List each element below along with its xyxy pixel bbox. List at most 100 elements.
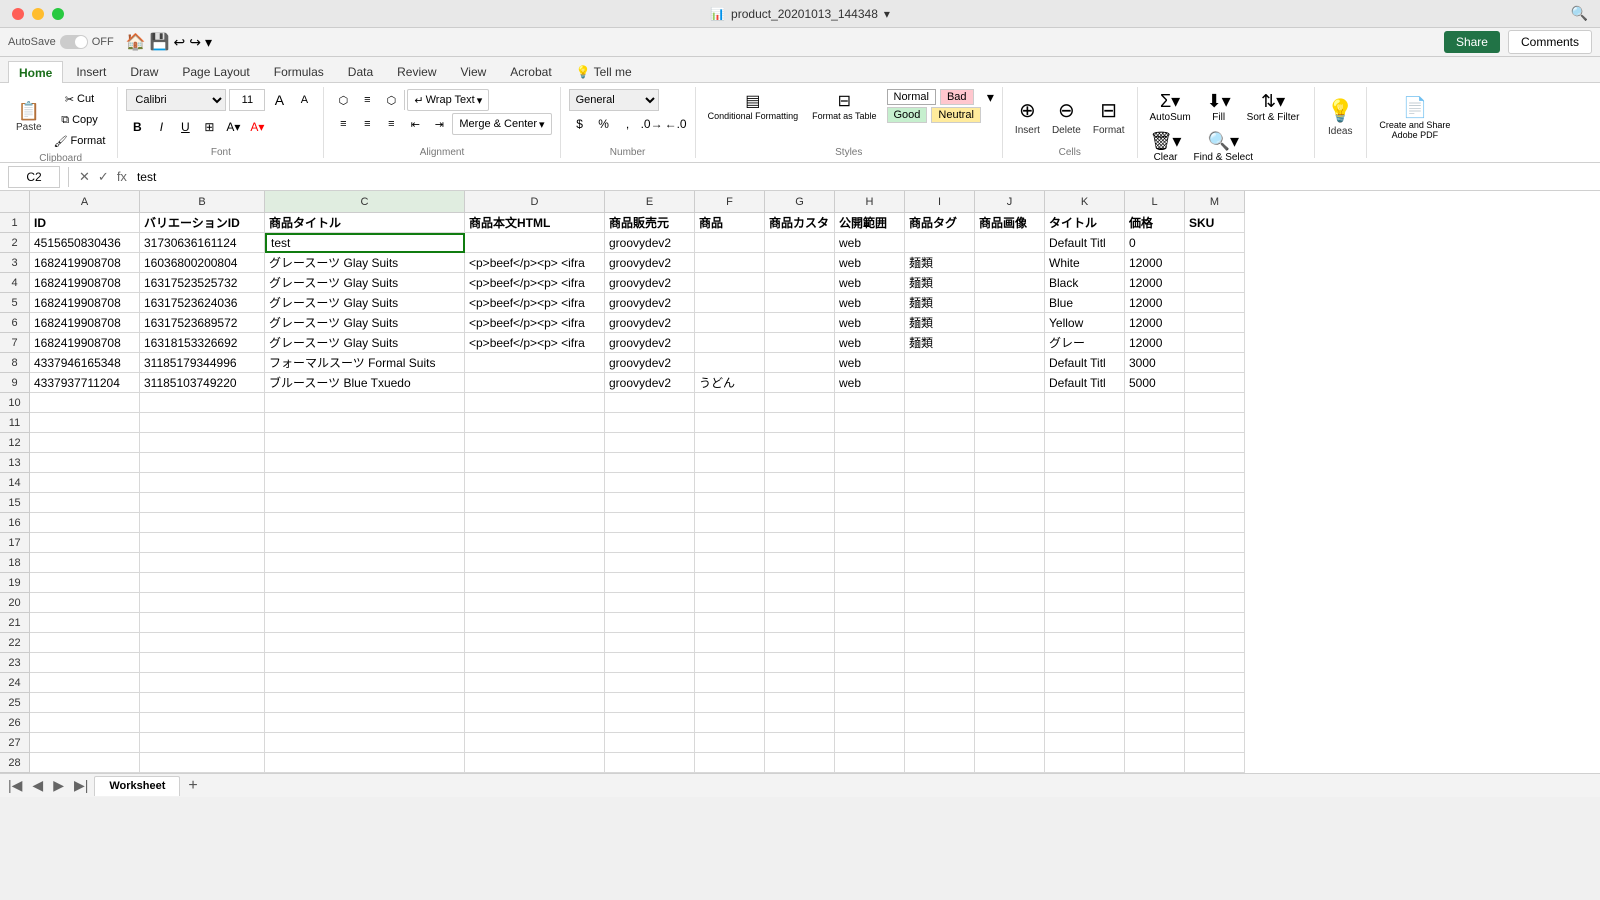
sheet-cell[interactable] [905, 553, 975, 573]
sheet-cell[interactable] [765, 293, 835, 313]
sheet-cell[interactable] [1185, 453, 1245, 473]
sheet-cell[interactable] [695, 593, 765, 613]
sheet-cell[interactable] [695, 313, 765, 333]
row-header[interactable]: 2 [0, 233, 30, 253]
sheet-cell[interactable]: 16036800200804 [140, 253, 265, 273]
sheet-cell[interactable] [1125, 633, 1185, 653]
home-icon[interactable]: 🏠 [126, 32, 146, 52]
row-header[interactable]: 11 [0, 413, 30, 433]
sheet-cell[interactable]: 16317523624036 [140, 293, 265, 313]
sheet-cell[interactable] [905, 733, 975, 753]
font-size-decrease-button[interactable]: A [293, 89, 315, 111]
sheet-cell[interactable] [465, 353, 605, 373]
sheet-cell[interactable] [905, 493, 975, 513]
sheet-cell[interactable] [140, 753, 265, 773]
col-header-J[interactable]: J [975, 191, 1045, 213]
tab-nav-last[interactable]: ▶| [70, 777, 92, 794]
sheet-cell[interactable] [1185, 233, 1245, 253]
sheet-cell[interactable] [605, 753, 695, 773]
sheet-cell[interactable]: グレースーツ Glay Suits [265, 273, 465, 293]
sheet-cell[interactable] [1185, 293, 1245, 313]
sheet-cell[interactable]: groovydev2 [605, 233, 695, 253]
sheet-cell[interactable]: Default Titl [1045, 233, 1125, 253]
sheet-cell[interactable] [1185, 713, 1245, 733]
sheet-cell[interactable]: 1682419908708 [30, 253, 140, 273]
sheet-cell[interactable] [30, 673, 140, 693]
sheet-cell[interactable] [835, 713, 905, 733]
row-header[interactable]: 8 [0, 353, 30, 373]
sheet-cell[interactable] [140, 473, 265, 493]
row-header[interactable]: 27 [0, 733, 30, 753]
sheet-cell[interactable] [465, 713, 605, 733]
sheet-cell[interactable]: 4337937711204 [30, 373, 140, 393]
sheet-cell[interactable] [1185, 533, 1245, 553]
font-size-increase-button[interactable]: A [268, 89, 290, 111]
sheet-cell[interactable] [905, 713, 975, 733]
sheet-cell[interactable] [1185, 593, 1245, 613]
sheet-cell[interactable] [695, 453, 765, 473]
sheet-cell[interactable]: 麺類 [905, 313, 975, 333]
sheet-cell[interactable] [1045, 433, 1125, 453]
fill-color-button[interactable]: A▾ [222, 116, 244, 138]
sheet-cell[interactable] [835, 413, 905, 433]
sheet-cell[interactable] [605, 433, 695, 453]
sheet-cell[interactable] [1125, 493, 1185, 513]
sheet-cell[interactable]: グレー [1045, 333, 1125, 353]
accounting-button[interactable]: $ [569, 113, 591, 135]
sheet-cell[interactable] [765, 233, 835, 253]
sheet-cell[interactable] [905, 573, 975, 593]
sheet-cell[interactable] [975, 633, 1045, 653]
sheet-cell[interactable] [265, 473, 465, 493]
sheet-cell[interactable] [140, 593, 265, 613]
sheet-cell[interactable]: web [835, 273, 905, 293]
sheet-cell[interactable] [265, 493, 465, 513]
sheet-cell[interactable]: Default Titl [1045, 373, 1125, 393]
sheet-cell[interactable] [1185, 633, 1245, 653]
cancel-formula-button[interactable]: ✕ [77, 169, 92, 185]
sheet-cell[interactable] [1045, 693, 1125, 713]
sheet-cell[interactable] [605, 593, 695, 613]
sheet-cell[interactable] [605, 733, 695, 753]
sheet-cell[interactable] [1125, 733, 1185, 753]
sheet-cell[interactable] [1045, 653, 1125, 673]
sheet-cell[interactable] [265, 753, 465, 773]
sheet-cell[interactable]: web [835, 293, 905, 313]
sheet-cell[interactable]: グレースーツ Glay Suits [265, 293, 465, 313]
align-top-right-button[interactable]: ⬡ [380, 89, 402, 111]
format-button[interactable]: ⊟ Format [1089, 89, 1129, 145]
sheet-cell[interactable] [605, 413, 695, 433]
sheet-cell[interactable]: 商品本文HTML [465, 213, 605, 233]
sheet-cell[interactable] [835, 553, 905, 573]
sheet-cell[interactable] [30, 573, 140, 593]
row-header[interactable]: 26 [0, 713, 30, 733]
sheet-cell[interactable] [1185, 693, 1245, 713]
merge-center-button[interactable]: Merge & Center ▾ [452, 113, 551, 135]
sheet-cell[interactable] [975, 373, 1045, 393]
sheet-cell[interactable] [1185, 413, 1245, 433]
italic-button[interactable]: I [150, 116, 172, 138]
sheet-cell[interactable] [30, 713, 140, 733]
sheet-cell[interactable] [265, 613, 465, 633]
row-header[interactable]: 23 [0, 653, 30, 673]
sheet-cell[interactable] [265, 393, 465, 413]
ideas-button[interactable]: 💡 Ideas [1323, 89, 1358, 145]
redo-icon[interactable]: ↪ [189, 34, 201, 51]
sheet-cell[interactable]: groovydev2 [605, 373, 695, 393]
row-header[interactable]: 17 [0, 533, 30, 553]
sheet-cell[interactable] [140, 693, 265, 713]
row-header[interactable]: 20 [0, 593, 30, 613]
sheet-cell[interactable] [1045, 513, 1125, 533]
row-header[interactable]: 5 [0, 293, 30, 313]
sheet-cell[interactable] [140, 513, 265, 533]
tab-nav-next[interactable]: ▶ [49, 777, 68, 794]
sheet-cell[interactable]: groovydev2 [605, 293, 695, 313]
sheet-cell[interactable] [695, 673, 765, 693]
sheet-cell[interactable] [835, 733, 905, 753]
bold-button[interactable]: B [126, 116, 148, 138]
sheet-cell[interactable]: groovydev2 [605, 353, 695, 373]
sheet-cell[interactable] [695, 493, 765, 513]
tab-tell-me[interactable]: 💡 Tell me [565, 60, 643, 82]
sheet-cell[interactable] [1185, 753, 1245, 773]
sheet-cell[interactable]: 5000 [1125, 373, 1185, 393]
sheet-cell[interactable] [140, 453, 265, 473]
